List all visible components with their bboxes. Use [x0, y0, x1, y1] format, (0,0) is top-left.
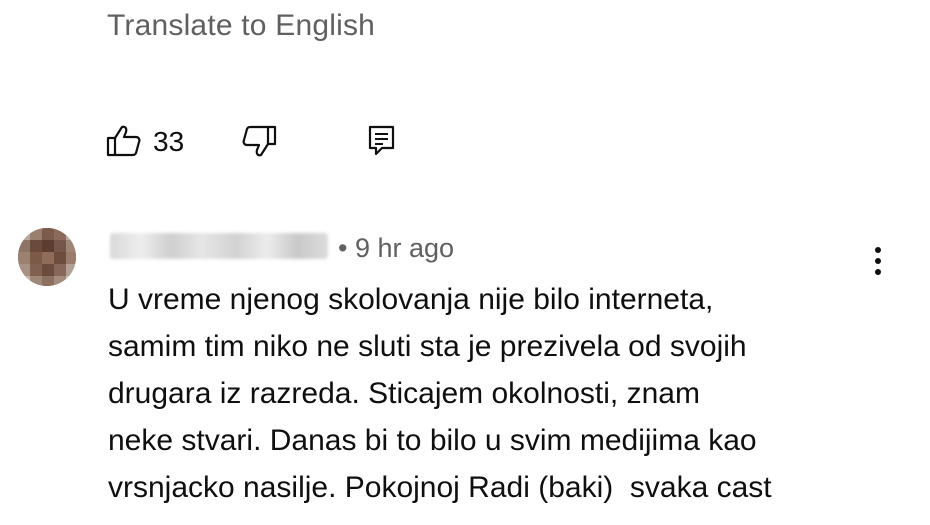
like-count: 33: [153, 126, 185, 157]
comment-timestamp[interactable]: • 9 hr ago: [338, 233, 454, 264]
reply-icon[interactable]: [367, 124, 397, 163]
more-vert-icon[interactable]: [866, 244, 890, 280]
thumbs-up-icon[interactable]: [105, 124, 143, 163]
comment-line: drugara iz razreda. Sticajem okolnosti, …: [108, 377, 700, 410]
comment-line: U vreme njenog skolovanja nije bilo inte…: [108, 283, 714, 316]
comment-line: vrsnjacko nasilje. Pokojnoj Radi (baki) …: [108, 471, 772, 504]
comments-section: Translate to English 33 • 9 hr ago U vre…: [0, 0, 930, 525]
author-name-blurred[interactable]: [110, 233, 328, 259]
comment-line: neke stvari. Danas bi to bilo u svim med…: [108, 424, 757, 457]
comment-line: samim tim niko ne sluti sta je prezivela…: [108, 330, 747, 363]
avatar[interactable]: [18, 228, 76, 286]
translate-to-english-link[interactable]: Translate to English: [107, 9, 375, 43]
thumbs-down-icon[interactable]: [240, 124, 278, 163]
comment-body: U vreme njenog skolovanja nije bilo inte…: [108, 276, 908, 511]
